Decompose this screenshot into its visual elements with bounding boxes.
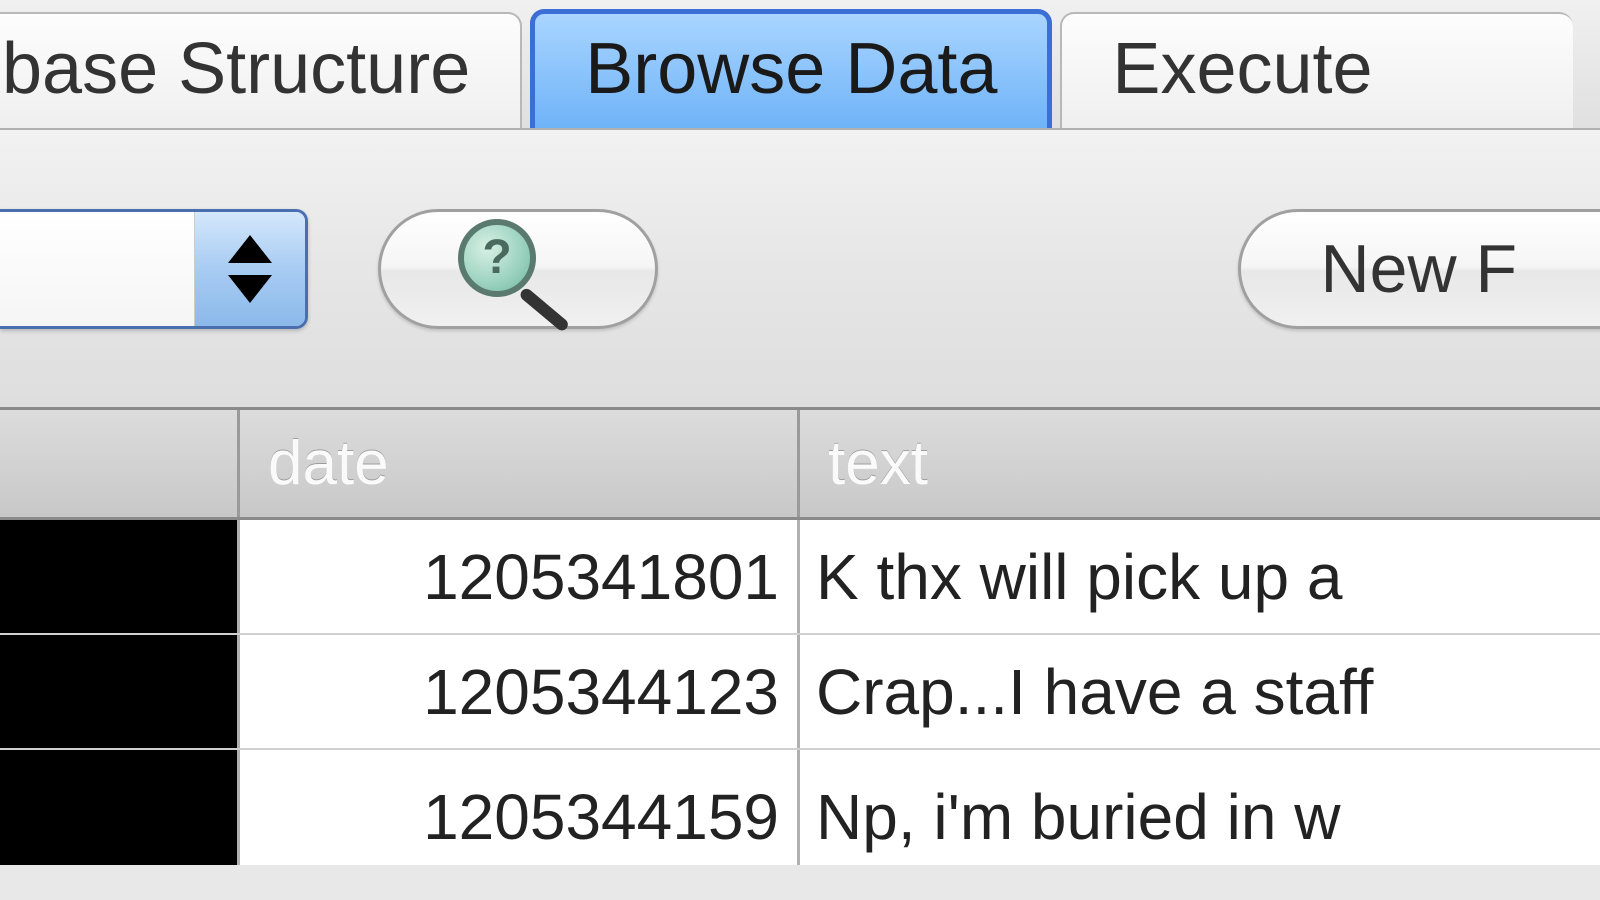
- toolbar: ? New F: [0, 130, 1600, 410]
- cell-date[interactable]: 1205344123: [240, 635, 800, 748]
- table-header-row: date text: [0, 410, 1600, 520]
- cell-text[interactable]: Np, i'm buried in w: [800, 750, 1600, 865]
- cell-value: Crap...I have a staff: [816, 655, 1373, 729]
- table-row[interactable]: 1205341801 K thx will pick up a: [0, 520, 1600, 635]
- new-record-button[interactable]: New F: [1238, 209, 1600, 329]
- search-icon: ?: [458, 219, 578, 319]
- column-label: text: [828, 428, 928, 499]
- tab-execute-sql[interactable]: Execute: [1060, 12, 1572, 128]
- tab-database-structure[interactable]: base Structure: [0, 12, 522, 128]
- column-header-text[interactable]: text: [800, 410, 1600, 517]
- column-header-date[interactable]: date: [240, 410, 800, 517]
- row-selector-cell[interactable]: [0, 750, 240, 865]
- chevron-down-icon: [228, 275, 272, 303]
- tab-label: Execute: [1112, 29, 1372, 109]
- table-select-dropdown[interactable]: [0, 209, 308, 329]
- cell-value: K thx will pick up a: [816, 540, 1342, 614]
- button-label: New F: [1321, 230, 1517, 308]
- cell-date[interactable]: 1205341801: [240, 520, 800, 633]
- dropdown-value: [0, 212, 195, 326]
- column-label: date: [268, 428, 389, 499]
- tab-label: base Structure: [2, 29, 470, 109]
- tab-browse-data[interactable]: Browse Data: [530, 9, 1052, 128]
- dropdown-stepper[interactable]: [195, 212, 305, 326]
- cell-value: 1205341801: [423, 540, 779, 614]
- tab-bar: base Structure Browse Data Execute: [0, 0, 1600, 130]
- search-button[interactable]: ?: [378, 209, 658, 329]
- cell-value: Np, i'm buried in w: [816, 780, 1340, 854]
- table-row[interactable]: 1205344123 Crap...I have a staff: [0, 635, 1600, 750]
- column-header-selector[interactable]: [0, 410, 240, 517]
- data-table: date text 1205341801 K thx will pick up …: [0, 410, 1600, 865]
- tab-label: Browse Data: [585, 29, 997, 109]
- row-selector-cell[interactable]: [0, 635, 240, 748]
- cell-date[interactable]: 1205344159: [240, 750, 800, 865]
- table-row[interactable]: 1205344159 Np, i'm buried in w: [0, 750, 1600, 865]
- chevron-up-icon: [228, 235, 272, 263]
- cell-text[interactable]: K thx will pick up a: [800, 520, 1600, 633]
- row-selector-cell[interactable]: [0, 520, 240, 633]
- table-body: 1205341801 K thx will pick up a 12053441…: [0, 520, 1600, 865]
- cell-value: 1205344123: [423, 655, 779, 729]
- cell-value: 1205344159: [423, 780, 779, 854]
- cell-text[interactable]: Crap...I have a staff: [800, 635, 1600, 748]
